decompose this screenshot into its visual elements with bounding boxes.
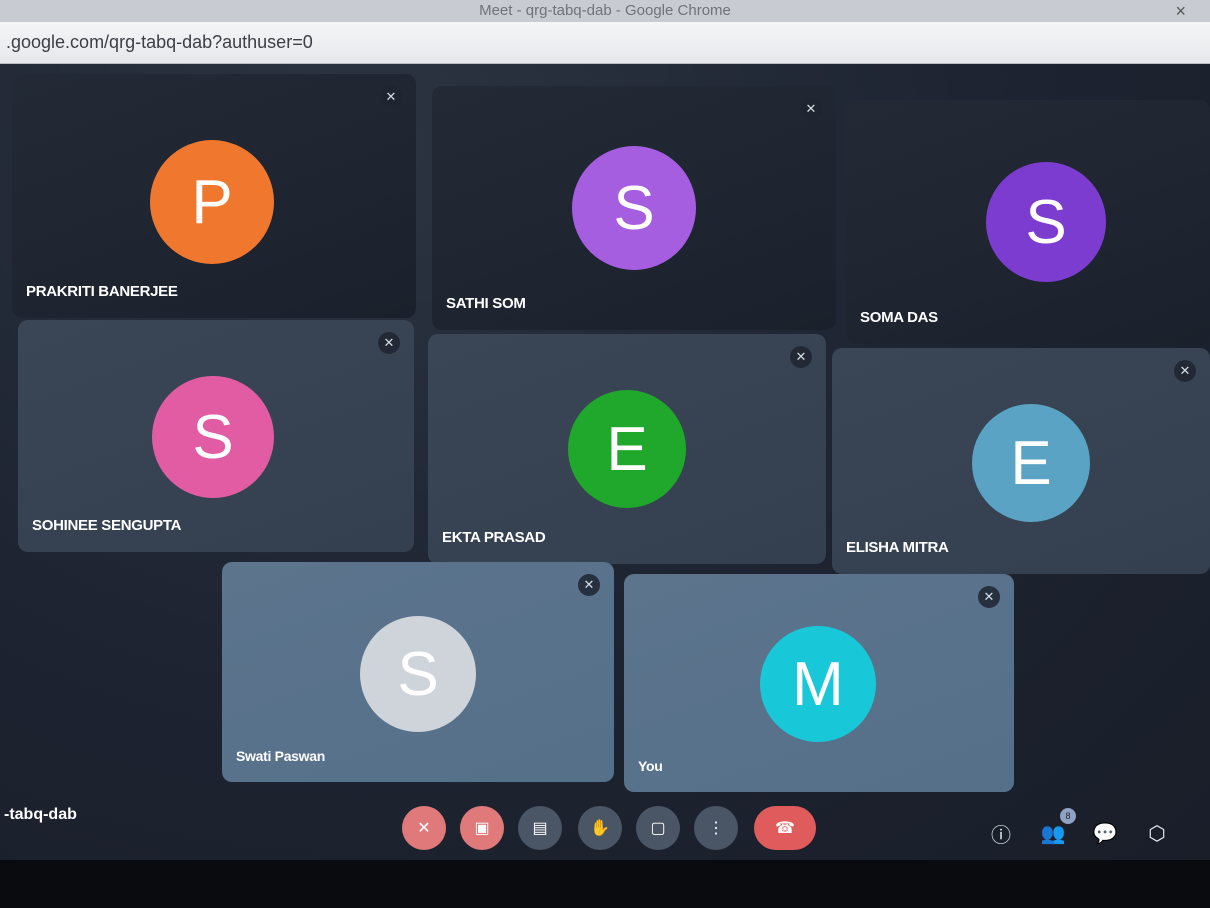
mic-muted-icon: ✕: [800, 98, 822, 120]
people-icon: 👥: [1040, 822, 1066, 845]
mic-muted-icon: ✕: [978, 586, 1000, 608]
avatar-initial: S: [192, 402, 234, 472]
window-titlebar: Meet - qrg-tabq-dab - Google Chrome ×: [0, 0, 1210, 22]
participant-tile-self[interactable]: ✕ M You: [624, 574, 1014, 792]
avatar-initial: S: [397, 639, 439, 709]
captions-icon: ▤: [532, 820, 548, 837]
participant-tile[interactable]: ✕ P PRAKRITI BANERJEE: [12, 74, 416, 318]
mic-off-icon: ✕: [417, 820, 431, 837]
camera-off-icon: ▣: [474, 820, 490, 837]
meeting-details-button[interactable]: ⓘ: [988, 820, 1014, 847]
mic-muted-icon: ✕: [380, 86, 402, 108]
meeting-stage: ✕ P PRAKRITI BANERJEE ✕ S SATHI SOM S SO…: [0, 64, 1210, 860]
info-icon: ⓘ: [991, 824, 1011, 847]
meeting-controls-bar: -tabq-dab ✕ ▣ ▤ ✋ ▢ ⋮ ☎ ⓘ 👥 8 💬 ⬡: [0, 790, 1210, 860]
more-vert-icon: ⋮: [708, 820, 724, 837]
mic-muted-icon: ✕: [578, 574, 600, 596]
present-screen-icon: ▢: [650, 820, 666, 837]
captions-button[interactable]: ▤: [518, 806, 562, 850]
mic-muted-icon: ✕: [1174, 360, 1196, 382]
avatar: S: [360, 616, 476, 732]
camera-toggle-button[interactable]: ▣: [460, 806, 504, 850]
participant-name: EKTA PRASAD: [442, 529, 546, 546]
mic-muted-icon: ✕: [378, 332, 400, 354]
avatar-initial: E: [606, 414, 648, 484]
url-text: .google.com/qrg-tabq-dab?authuser=0: [6, 32, 313, 52]
participant-name: SATHI SOM: [446, 295, 526, 312]
participant-name: ELISHA MITRA: [846, 539, 949, 556]
activities-icon: ⬡: [1148, 822, 1166, 845]
participant-tile[interactable]: ✕ S SATHI SOM: [432, 86, 836, 330]
avatar: S: [152, 376, 274, 498]
meeting-code: -tabq-dab: [4, 806, 77, 823]
window-close-button[interactable]: ×: [1175, 0, 1186, 22]
participant-tile[interactable]: ✕ E EKTA PRASAD: [428, 334, 826, 564]
participant-tile[interactable]: S SOMA DAS: [846, 100, 1210, 344]
mic-toggle-button[interactable]: ✕: [402, 806, 446, 850]
avatar-initial: M: [792, 649, 844, 719]
mic-muted-icon: ✕: [790, 346, 812, 368]
avatar: E: [972, 404, 1090, 522]
raise-hand-button[interactable]: ✋: [578, 806, 622, 850]
avatar: P: [150, 140, 274, 264]
avatar: E: [568, 390, 686, 508]
participant-name: You: [638, 758, 663, 774]
end-call-icon: ☎: [775, 820, 795, 837]
avatar: S: [986, 162, 1106, 282]
participant-tile[interactable]: ✕ S Swati Paswan: [222, 562, 614, 782]
leave-call-button[interactable]: ☎: [754, 806, 816, 850]
hand-icon: ✋: [590, 820, 610, 837]
activities-button[interactable]: ⬡: [1144, 820, 1170, 846]
more-options-button[interactable]: ⋮: [694, 806, 738, 850]
avatar-initial: S: [613, 173, 655, 243]
avatar: M: [760, 626, 876, 742]
people-count-badge: 8: [1060, 808, 1076, 824]
screen-bezel: [0, 860, 1210, 908]
participant-name: PRAKRITI BANERJEE: [26, 283, 178, 300]
participant-name: Swati Paswan: [236, 748, 325, 764]
avatar-initial: E: [1010, 428, 1052, 498]
participant-name: SOHINEE SENGUPTA: [32, 517, 182, 534]
avatar: S: [572, 146, 696, 270]
participant-tile[interactable]: ✕ E ELISHA MITRA: [832, 348, 1210, 574]
people-button[interactable]: 👥 8: [1040, 808, 1076, 846]
participant-name: SOMA DAS: [860, 309, 938, 326]
participant-tile[interactable]: ✕ S SOHINEE SENGUPTA: [18, 320, 414, 552]
chat-button[interactable]: 💬: [1092, 820, 1118, 846]
window-title: Meet - qrg-tabq-dab - Google Chrome: [479, 2, 731, 19]
avatar-initial: S: [1025, 187, 1067, 257]
address-bar[interactable]: .google.com/qrg-tabq-dab?authuser=0: [0, 22, 1210, 64]
present-button[interactable]: ▢: [636, 806, 680, 850]
chat-icon: 💬: [1092, 822, 1118, 845]
avatar-initial: P: [191, 167, 233, 237]
